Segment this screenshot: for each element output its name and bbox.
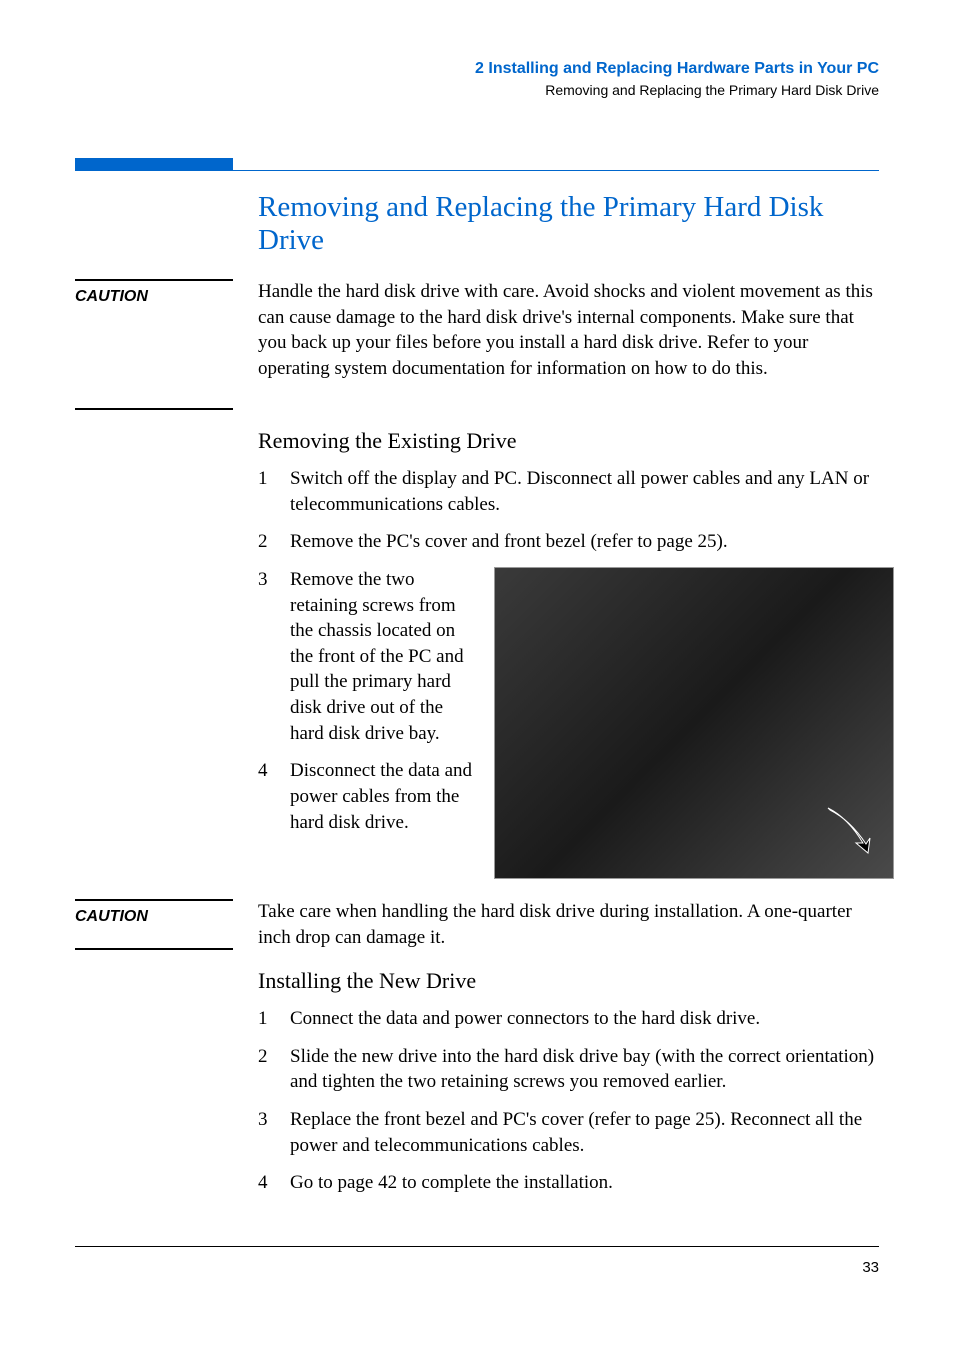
- removing-step-4: 4 Disconnect the data and power cables f…: [258, 758, 474, 835]
- step-text: Switch off the display and PC. Disconnec…: [290, 466, 879, 517]
- chapter-title: 2 Installing and Replacing Hardware Part…: [75, 60, 879, 78]
- page-number: 33: [75, 1259, 879, 1276]
- section-heading-removing: Removing the Existing Drive: [258, 428, 879, 454]
- step-text: Replace the front bezel and PC's cover (…: [290, 1107, 879, 1158]
- caution-label: CAUTION: [75, 288, 258, 306]
- caution-block-2: CAUTION Take care when handling the hard…: [75, 899, 879, 950]
- top-divider: [75, 170, 879, 171]
- caution-text: Take care when handling the hard disk dr…: [258, 899, 879, 950]
- step-number: 2: [258, 529, 290, 555]
- installing-step-2: 2 Slide the new drive into the hard disk…: [258, 1044, 879, 1095]
- step-number: 2: [258, 1044, 290, 1095]
- installing-step-4: 4 Go to page 42 to complete the installa…: [258, 1170, 879, 1196]
- step-number: 4: [258, 1170, 290, 1196]
- page-header: 2 Installing and Replacing Hardware Part…: [75, 60, 879, 98]
- main-heading: Removing and Replacing the Primary Hard …: [258, 191, 879, 257]
- step-text: Connect the data and power connectors to…: [290, 1006, 879, 1032]
- removing-step-3: 3 Remove the two retaining screws from t…: [258, 567, 474, 746]
- section-subtitle: Removing and Replacing the Primary Hard …: [75, 82, 879, 98]
- step-number: 1: [258, 466, 290, 517]
- step-text: Slide the new drive into the hard disk d…: [290, 1044, 879, 1095]
- caution-text: Handle the hard disk drive with care. Av…: [258, 279, 879, 410]
- step-text: Remove the two retaining screws from the…: [290, 567, 474, 746]
- step-number: 3: [258, 567, 290, 746]
- step-number: 4: [258, 758, 290, 835]
- hard-drive-removal-image: [494, 567, 894, 879]
- step-number: 3: [258, 1107, 290, 1158]
- bottom-divider: [75, 1246, 879, 1247]
- step-number: 1: [258, 1006, 290, 1032]
- caution-block-1: CAUTION Handle the hard disk drive with …: [75, 279, 879, 410]
- installing-step-1: 1 Connect the data and power connectors …: [258, 1006, 879, 1032]
- installing-step-3: 3 Replace the front bezel and PC's cover…: [258, 1107, 879, 1158]
- step-text: Remove the PC's cover and front bezel (r…: [290, 529, 879, 555]
- step-text: Go to page 42 to complete the installati…: [290, 1170, 879, 1196]
- step-text: Disconnect the data and power cables fro…: [290, 758, 474, 835]
- section-heading-installing: Installing the New Drive: [258, 968, 879, 994]
- caution-label: CAUTION: [75, 908, 258, 926]
- removing-step-2: 2 Remove the PC's cover and front bezel …: [258, 529, 879, 555]
- removal-arrow-icon: [818, 798, 878, 858]
- removing-step-1: 1 Switch off the display and PC. Disconn…: [258, 466, 879, 517]
